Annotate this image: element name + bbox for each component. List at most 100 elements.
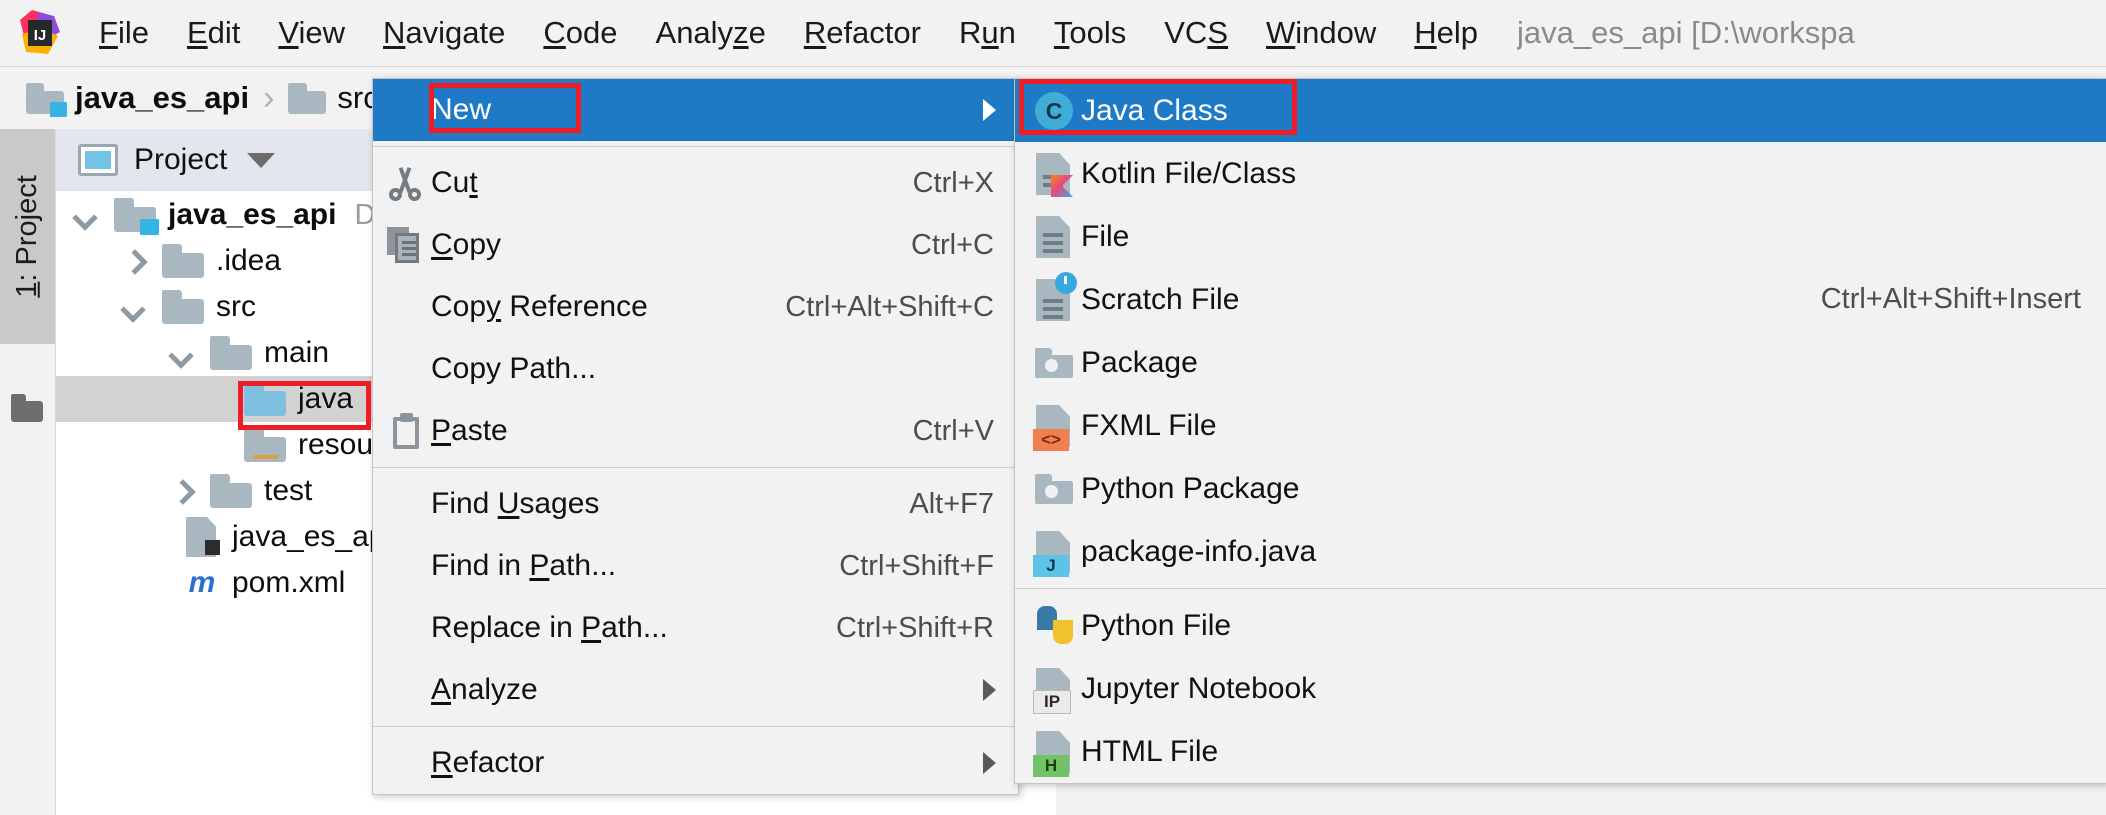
blank-icon: [373, 473, 431, 535]
context-menu-shortcut: Ctrl+Shift+R: [836, 611, 994, 644]
menu-code[interactable]: Code: [524, 0, 636, 66]
menu-help[interactable]: Help: [1395, 0, 1497, 66]
context-menu-item-find-usages[interactable]: Find Usages Alt+F7: [373, 473, 1018, 535]
context-menu-item-analyze[interactable]: Analyze: [373, 659, 1018, 721]
tree-node-label: src: [216, 290, 256, 323]
submenu-item-label: HTML File: [1081, 734, 1219, 768]
submenu-item-scratch-file[interactable]: Scratch File Ctrl+Alt+Shift+Insert: [1015, 268, 2106, 331]
tree-node-label: java_es_api: [168, 198, 337, 231]
submenu-item-kotlin-file-class[interactable]: Kotlin File/Class: [1015, 142, 2106, 205]
menu-view[interactable]: View: [259, 0, 364, 66]
chevron-down-icon[interactable]: [122, 294, 148, 320]
context-menu-item-find-in-path[interactable]: Find in Path... Ctrl+Shift+F: [373, 535, 1018, 597]
context-menu: New Cut Ctrl+X Copy Ctrl+C Copy Referenc…: [372, 78, 1019, 795]
submenu-item-label: Java Class: [1081, 93, 1228, 127]
menu-separator: [373, 726, 1018, 727]
menu-run[interactable]: Run: [940, 0, 1035, 66]
folder-icon: [210, 474, 252, 508]
project-panel-title: Project: [134, 143, 228, 176]
context-menu-item-label: Copy Reference: [431, 290, 648, 323]
window-title: java_es_api [D:\workspa: [1517, 15, 1855, 50]
java-class-icon: C: [1023, 79, 1081, 142]
tree-node-label: test: [264, 474, 313, 507]
project-view-icon: [78, 144, 118, 176]
menu-analyze[interactable]: Analyze: [637, 0, 785, 66]
iml-file-icon: [184, 517, 220, 557]
chevron-right-icon[interactable]: [122, 248, 148, 274]
tree-node-label: .idea: [216, 244, 282, 277]
submenu-item-java-class[interactable]: C Java Class: [1015, 79, 2106, 142]
intellij-idea-window: IJ File Edit View Navigate Code Analyze …: [0, 0, 2106, 815]
context-menu-shortcut: Alt+F7: [909, 487, 994, 520]
python-package-icon: [1023, 457, 1081, 520]
context-menu-item-label: Refactor: [431, 746, 545, 779]
folder-icon[interactable]: [11, 394, 43, 422]
submenu-item-label: Jupyter Notebook: [1081, 671, 1317, 705]
kotlin-file-icon: [1023, 142, 1081, 205]
chevron-right-icon[interactable]: [170, 478, 196, 504]
fxml-file-icon: <>: [1023, 394, 1081, 457]
menu-window[interactable]: Window: [1247, 0, 1395, 66]
module-folder-icon: [114, 198, 159, 235]
jupyter-notebook-icon: IP: [1023, 657, 1081, 720]
submenu-item-label: File: [1081, 219, 1130, 253]
context-menu-item-label: Cut: [431, 166, 478, 199]
submenu-item-python-file[interactable]: Python File: [1015, 594, 2106, 657]
menu-refactor[interactable]: Refactor: [785, 0, 940, 66]
tree-node-label: pom.xml: [232, 566, 346, 599]
svg-text:IJ: IJ: [34, 27, 47, 44]
context-menu-shortcut: Ctrl+C: [911, 228, 994, 261]
context-menu-item-label: Find in Path...: [431, 549, 617, 582]
context-menu-item-paste[interactable]: Paste Ctrl+V: [373, 400, 1018, 462]
breadcrumb-item-project[interactable]: java_es_api: [0, 80, 249, 117]
copy-icon: [373, 214, 431, 276]
folder-icon: [26, 82, 67, 117]
context-menu-item-label: Copy: [431, 228, 502, 261]
blank-icon: [373, 79, 431, 141]
submenu-item-package[interactable]: Package: [1015, 331, 2106, 394]
new-submenu: C Java Class Kotlin File/Class File Scra…: [1014, 78, 2106, 784]
blank-icon: [373, 276, 431, 338]
submenu-item-fxml-file[interactable]: <> FXML File: [1015, 394, 2106, 457]
submenu-item-label: Python Package: [1081, 471, 1300, 505]
submenu-item-html-file[interactable]: H HTML File: [1015, 720, 2106, 783]
clipboard-icon: [373, 400, 431, 462]
menu-separator: [373, 146, 1018, 147]
blank-icon: [373, 338, 431, 400]
project-tab-mnemonic: 1: [11, 281, 44, 298]
submenu-item-file[interactable]: File: [1015, 205, 2106, 268]
breadcrumb-item-src[interactable]: src: [288, 80, 379, 116]
submenu-item-shortcut: Ctrl+Alt+Shift+Insert: [1820, 283, 2081, 315]
context-menu-item-replace-in-path[interactable]: Replace in Path... Ctrl+Shift+R: [373, 597, 1018, 659]
context-menu-item-label: Replace in Path...: [431, 611, 668, 644]
context-menu-shortcut: Ctrl+X: [912, 166, 994, 199]
context-menu-item-label: Analyze: [431, 673, 538, 706]
context-menu-item-copy-path[interactable]: Copy Path...: [373, 338, 1018, 400]
menu-file[interactable]: File: [80, 0, 168, 66]
context-menu-item-new[interactable]: New: [373, 79, 1018, 141]
folder-icon: [162, 290, 204, 324]
tool-window-strip: 1: Project: [0, 129, 56, 815]
menu-navigate[interactable]: Navigate: [364, 0, 524, 66]
context-menu-shortcut: Ctrl+Alt+Shift+C: [785, 290, 994, 323]
folder-icon: [162, 244, 204, 278]
submenu-item-python-package[interactable]: Python Package: [1015, 457, 2106, 520]
context-menu-item-cut[interactable]: Cut Ctrl+X: [373, 152, 1018, 214]
chevron-down-icon[interactable]: [170, 340, 196, 366]
menu-bar: IJ File Edit View Navigate Code Analyze …: [0, 0, 2106, 67]
context-menu-item-copy[interactable]: Copy Ctrl+C: [373, 214, 1018, 276]
resources-folder-icon: [244, 428, 286, 462]
menu-edit[interactable]: Edit: [168, 0, 259, 66]
chevron-down-icon[interactable]: [74, 202, 100, 228]
submenu-item-jupyter-notebook[interactable]: IP Jupyter Notebook: [1015, 657, 2106, 720]
package-icon: [1023, 331, 1081, 394]
tool-window-button-project[interactable]: 1: Project: [0, 129, 55, 344]
menu-vcs[interactable]: VCS: [1145, 0, 1247, 66]
chevron-down-icon[interactable]: [247, 152, 276, 168]
project-tab-label: : Project: [11, 175, 44, 282]
context-menu-item-refactor[interactable]: Refactor: [373, 732, 1018, 794]
submenu-item-package-info-java[interactable]: J package-info.java: [1015, 520, 2106, 583]
maven-file-icon: m: [188, 566, 216, 599]
context-menu-item-copy-reference[interactable]: Copy Reference Ctrl+Alt+Shift+C: [373, 276, 1018, 338]
menu-tools[interactable]: Tools: [1035, 0, 1145, 66]
